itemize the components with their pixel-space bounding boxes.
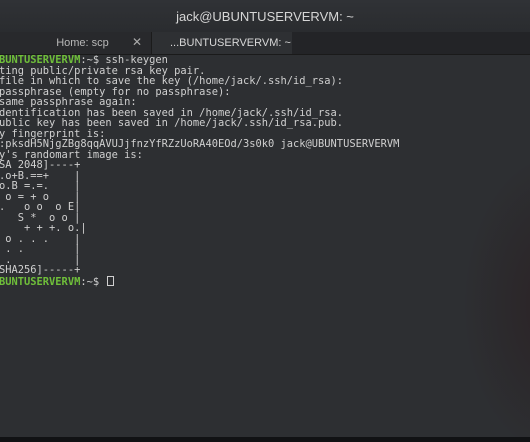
terminal-window: jack@UBUNTUSERVERVM: ~ Home: scp ✕ ...BU… <box>0 0 530 437</box>
text-cursor <box>107 275 115 286</box>
screen-bottom-edge <box>0 437 530 442</box>
window-title: jack@UBUNTUSERVERVM: ~ <box>176 8 354 24</box>
tab-label: ...BUNTUSERVERVM: ~ <box>170 37 291 49</box>
terminal-output[interactable]: BUNTUSERVERVM:~$ ssh-keygen ting public/p… <box>0 55 530 437</box>
window-titlebar[interactable]: jack@UBUNTUSERVERVM: ~ <box>0 0 530 32</box>
tab-bar: Home: scp ✕ ...BUNTUSERVERVM: ~ <box>0 32 530 55</box>
terminal-line: BUNTUSERVERVM:~$ <box>0 275 530 288</box>
terminal-text: SHA256]-----+ <box>0 264 81 276</box>
shell-prompt: BUNTUSERVERVM <box>0 275 81 288</box>
terminal-text: :~$ <box>80 275 106 288</box>
close-icon[interactable]: ✕ <box>132 35 142 49</box>
terminal-line: SHA256]-----+ <box>0 265 530 276</box>
tab-ubuntuservervm[interactable]: ...BUNTUSERVERVM: ~ <box>152 32 292 54</box>
tab-label: Home: scp <box>56 37 109 49</box>
tab-home-scp[interactable]: Home: scp ✕ <box>0 32 152 54</box>
